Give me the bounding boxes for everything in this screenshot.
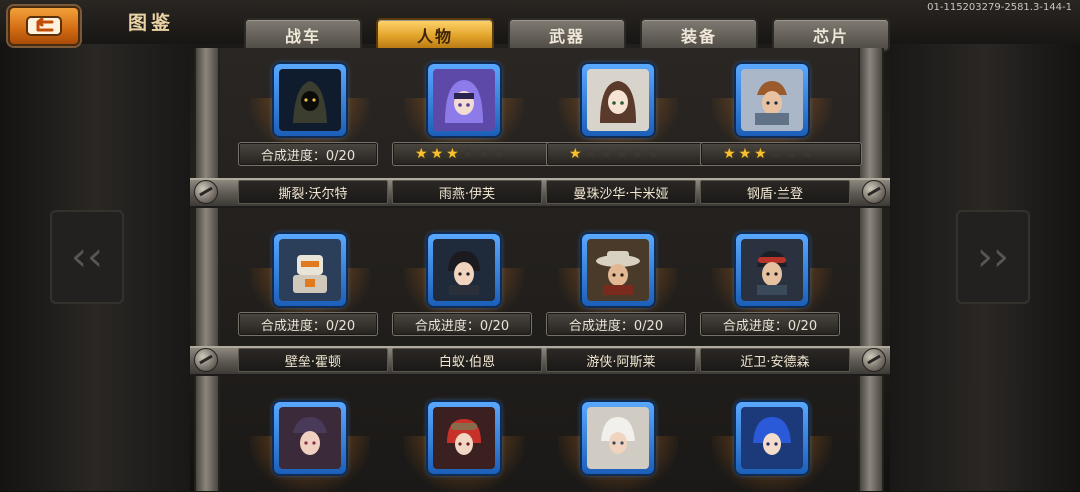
character-name: 撕裂·沃尔特 (238, 180, 388, 204)
character-portrait[interactable] (736, 64, 808, 136)
page-title: 图鉴 (128, 12, 175, 34)
goggles-soldier-icon (741, 239, 803, 301)
bolt-icon (194, 348, 218, 372)
tab-equipment[interactable]: 装备 (640, 18, 758, 52)
star-empty-icon: ★ (600, 146, 614, 162)
star-empty-icon: ★ (477, 146, 491, 162)
blue-hair-boy-icon (741, 407, 803, 469)
armored-soldier-icon (741, 69, 803, 131)
return-arrow-icon (26, 16, 62, 36)
white-hair-boy-icon (587, 407, 649, 469)
character-portrait[interactable] (582, 234, 654, 306)
character-name: 白蚁·伯恩 (392, 348, 542, 372)
character-portrait[interactable] (428, 402, 500, 474)
tab-characters[interactable]: 人物 (376, 18, 494, 52)
build-id-text: 01-115203279-2581.3-144-1 (927, 2, 1072, 13)
tab-chips[interactable]: 芯片 (772, 18, 890, 52)
cowboy-hat-icon (587, 239, 649, 301)
star-empty-icon: ★ (615, 146, 630, 162)
star-icon: ★ (446, 146, 460, 162)
back-button[interactable] (8, 6, 80, 46)
star-empty-icon: ★ (800, 146, 815, 162)
character-name: 曼珠沙华·卡米娅 (546, 180, 696, 204)
dark-hair-boy-icon (433, 239, 495, 301)
right-pillar (858, 48, 884, 491)
category-tabs: 战车 人物 武器 装备 芯片 (244, 18, 890, 52)
brown-hair-girl-icon (587, 69, 649, 131)
synthesis-progress: 合成进度：0/20 (392, 312, 532, 336)
bolt-icon (862, 180, 886, 204)
star-rating: ★ ★ ★ ★ ★ ★ (700, 142, 862, 166)
character-portrait[interactable] (428, 234, 500, 306)
bolt-icon (194, 180, 218, 204)
synthesis-progress: 合成进度：0/20 (546, 312, 686, 336)
star-icon: ★ (738, 146, 753, 162)
character-portrait[interactable] (274, 234, 346, 306)
star-icon: ★ (415, 146, 429, 162)
character-portrait[interactable] (428, 64, 500, 136)
star-icon: ★ (569, 146, 583, 162)
star-rating: ★ ★ ★ ★ ★ ★ (392, 142, 554, 166)
chevron-left-icon: ‹‹ (50, 210, 124, 304)
background-right-wall: ‹‹ (890, 40, 1080, 491)
cap-girl-icon (279, 407, 341, 469)
star-empty-icon: ★ (584, 146, 599, 162)
character-name: 近卫·安德森 (700, 348, 850, 372)
tab-weapons[interactable]: 武器 (508, 18, 626, 52)
character-name: 壁垒·霍顿 (238, 348, 388, 372)
chevron-right-icon: ‹‹ (956, 210, 1030, 304)
character-portrait[interactable] (274, 64, 346, 136)
star-icon: ★ (754, 146, 768, 162)
background-left-wall: ‹‹ (0, 40, 190, 491)
purple-hair-girl-icon (433, 69, 495, 131)
synthesis-progress: 合成进度：0/20 (700, 312, 840, 336)
star-icon: ★ (723, 146, 737, 162)
mech-robot-icon (279, 239, 341, 301)
character-portrait[interactable] (582, 64, 654, 136)
character-portrait[interactable] (736, 234, 808, 306)
star-icon: ★ (430, 146, 445, 162)
red-hair-pilot-icon (433, 407, 495, 469)
star-empty-icon: ★ (646, 146, 661, 162)
left-pillar (194, 48, 220, 491)
star-empty-icon: ★ (769, 146, 784, 162)
character-portrait[interactable] (274, 402, 346, 474)
character-name: 钢盾·兰登 (700, 180, 850, 204)
character-portrait[interactable] (736, 402, 808, 474)
synthesis-progress: 合成进度：0/20 (238, 142, 378, 166)
character-name: 游侠·阿斯莱 (546, 348, 696, 372)
synthesis-progress: 合成进度：0/20 (238, 312, 378, 336)
hooded-figure-icon (279, 69, 341, 131)
star-empty-icon: ★ (785, 146, 799, 162)
character-portrait[interactable] (582, 402, 654, 474)
star-empty-icon: ★ (492, 146, 507, 162)
tab-vehicles[interactable]: 战车 (244, 18, 362, 52)
character-name: 雨燕·伊芙 (392, 180, 542, 204)
bolt-icon (862, 348, 886, 372)
star-rating: ★ ★ ★ ★ ★ ★ (546, 142, 708, 166)
star-empty-icon: ★ (461, 146, 476, 162)
star-empty-icon: ★ (631, 146, 645, 162)
